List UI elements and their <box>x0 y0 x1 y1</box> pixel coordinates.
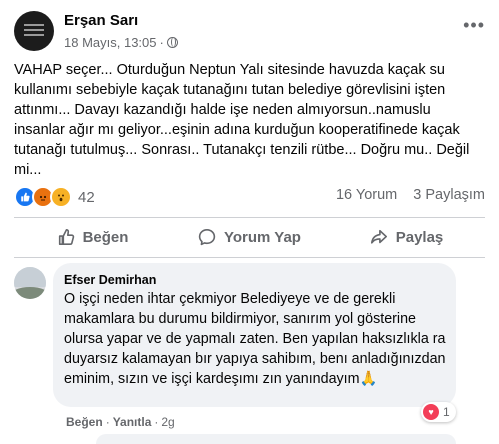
wow-reaction-icon <box>50 186 72 208</box>
share-button-label: Paylaş <box>395 228 444 246</box>
comment-reaction-count: 1 <box>443 405 450 419</box>
comment-button-label: Yorum Yap <box>224 228 301 246</box>
comment-button[interactable]: Yorum Yap <box>171 220 328 254</box>
more-icon[interactable]: ••• <box>463 16 485 34</box>
separator: · <box>154 415 159 429</box>
post-date[interactable]: 18 Mayıs, 13:05 <box>64 35 157 50</box>
author-avatar[interactable] <box>14 11 54 51</box>
divider <box>14 217 485 218</box>
share-icon <box>370 229 387 244</box>
comment-author[interactable]: Efser Demirhan <box>64 273 156 287</box>
like-button-label: Beğen <box>82 228 129 246</box>
avatar-sky <box>14 267 46 287</box>
reaction-count: 42 <box>78 188 95 206</box>
heart-icon: ♥ <box>423 404 439 420</box>
commenter-avatar[interactable] <box>14 267 46 299</box>
comment-icon <box>198 228 216 246</box>
comment-count-link[interactable]: 16 Yorum <box>336 187 397 203</box>
post-text: VAHAP seçer... Oturduğun Neptun Yalı sit… <box>14 62 470 178</box>
engagement-counts: 16 Yorum 3 Paylaşım <box>324 187 485 203</box>
divider <box>14 257 485 258</box>
facebook-post: Erşan Sarı 18 Mayıs, 13:05 · ••• VAHAP s… <box>0 0 499 444</box>
post-meta: 18 Mayıs, 13:05 · <box>64 35 178 50</box>
share-count-link[interactable]: 3 Paylaşım <box>413 187 485 203</box>
meta-separator: · <box>159 35 164 50</box>
avatar-hill <box>14 287 46 299</box>
reply-bubble-partial <box>96 434 456 444</box>
comment-text: O işçi neden ihtar çekmiyor Belediyeye v… <box>64 291 446 387</box>
globe-icon[interactable] <box>166 37 178 48</box>
comment-like-link[interactable]: Beğen <box>66 415 103 429</box>
comment-reply-link[interactable]: Yanıtla <box>113 415 152 429</box>
share-button[interactable]: Paylaş <box>328 220 485 254</box>
comment-reaction-badge[interactable]: ♥ 1 <box>421 402 456 422</box>
separator: · <box>105 415 110 429</box>
like-icon <box>58 228 74 246</box>
reaction-summary[interactable]: 42 <box>14 186 95 208</box>
post-author[interactable]: Erşan Sarı <box>64 12 138 29</box>
comment-time[interactable]: 2g <box>161 415 174 429</box>
comment-actions: Beğen · Yanıtla · 2g <box>66 415 175 429</box>
action-bar: Beğen Yorum Yap Paylaş <box>14 220 485 254</box>
avatar-graphic <box>24 24 44 39</box>
like-button[interactable]: Beğen <box>14 220 171 254</box>
